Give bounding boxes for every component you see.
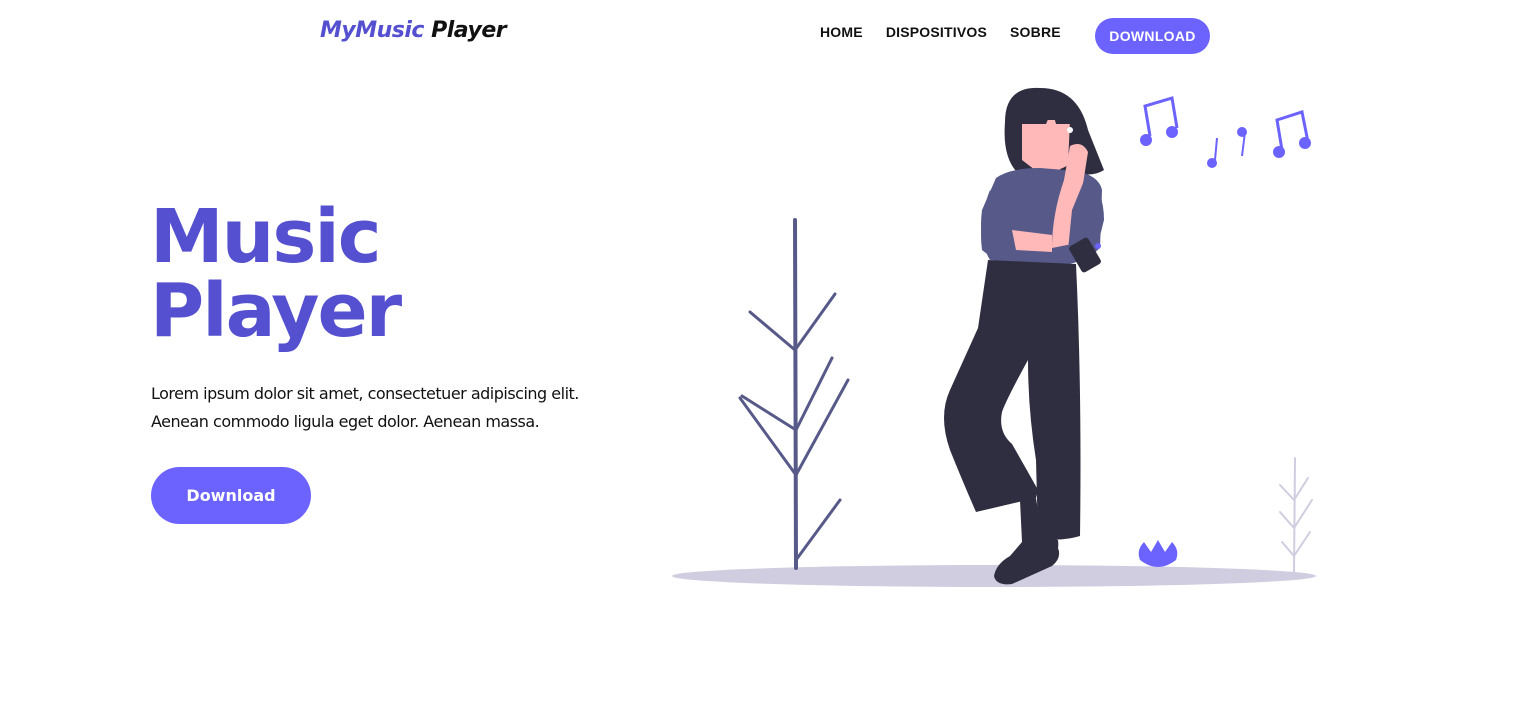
logo[interactable]: MyMusic Player — [320, 14, 507, 48]
hero-description: Lorem ipsum dolor sit amet, consectetuer… — [151, 380, 671, 436]
main-nav: HOME DISPOSITIVOS SOBRE — [820, 18, 1084, 54]
music-note-icon — [1273, 110, 1311, 158]
flower — [1138, 540, 1178, 567]
header-download-button[interactable]: DOWNLOAD — [1095, 18, 1210, 54]
person-figure — [944, 87, 1104, 585]
plant-left — [738, 218, 850, 570]
hero-description-line-2: Aenean commodo ligula eget dolor. Aenean… — [151, 412, 540, 431]
logo-brand: MyMusic — [320, 18, 424, 43]
hero-title: Music Player — [150, 194, 402, 354]
hero-title-line-2: Player — [150, 268, 402, 354]
music-listener-illustration — [672, 87, 1316, 587]
nav-dispositivos-link[interactable]: DISPOSITIVOS — [886, 24, 987, 40]
music-note-icon — [1207, 137, 1218, 168]
music-note-icon — [1140, 96, 1179, 146]
logo-suffix: Player — [431, 18, 507, 43]
nav-home-link[interactable]: HOME — [820, 24, 863, 40]
plant-right — [1279, 457, 1313, 573]
music-note-icon — [1237, 127, 1247, 157]
hero-title-line-1: Music — [150, 194, 382, 280]
nav-sobre-link[interactable]: SOBRE — [1010, 24, 1061, 40]
hero-description-line-1: Lorem ipsum dolor sit amet, consectetuer… — [151, 384, 579, 403]
hero-download-button[interactable]: Download — [151, 467, 311, 524]
